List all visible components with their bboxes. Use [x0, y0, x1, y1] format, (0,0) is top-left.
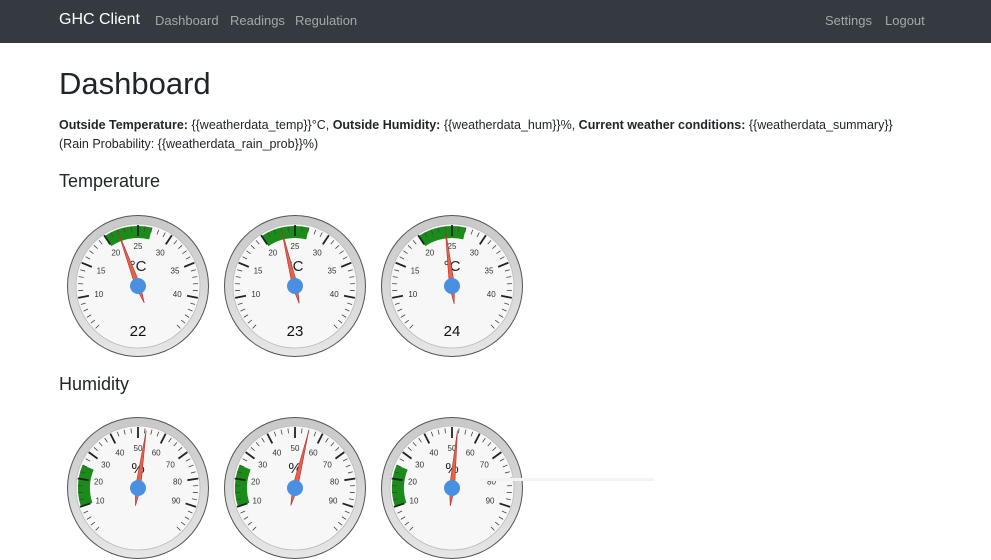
gauge-tick-label: 60: [309, 448, 318, 457]
gauge-tick-label: 10: [253, 496, 262, 505]
gauge-tick-label: 70: [166, 460, 175, 469]
nav-logout[interactable]: Logout: [885, 13, 925, 28]
gauge-tick-label: 30: [101, 460, 110, 469]
gauge-hub: [287, 278, 303, 294]
humidity-gauge-svg: 102030405060708090%: [66, 416, 210, 560]
gauge-tick-label: 20: [408, 478, 417, 487]
page-title: Dashboard: [59, 64, 211, 104]
gauge-tick-label: 20: [251, 478, 260, 487]
outside-temperature-value: {{weatherdata_temp}}°C,: [191, 118, 329, 132]
weather-summary: Outside Temperature: {{weatherdata_temp}…: [59, 116, 929, 154]
gauge-tick-label: 70: [323, 460, 332, 469]
gauge-tick-label: 80: [330, 478, 339, 487]
gauge-hub: [444, 278, 460, 294]
gauge-tick-label: 90: [329, 496, 338, 505]
gauge-value-readout: 24: [444, 323, 461, 340]
gauge-tick-label: 15: [411, 267, 420, 276]
gauge-tick-label: 40: [429, 448, 438, 457]
top-navbar: GHC Client Dashboard Readings Regulation…: [0, 0, 991, 43]
gauge-tick-label: 30: [258, 460, 267, 469]
gauge-tick-label: 15: [97, 267, 106, 276]
gauge-tick-label: 25: [134, 242, 143, 251]
gauge-tick-label: 40: [115, 448, 124, 457]
gauge-hub: [130, 278, 146, 294]
nav-settings[interactable]: Settings: [825, 13, 872, 28]
gauge-tick-label: 50: [291, 444, 300, 453]
gauge-tick-label: 30: [313, 249, 322, 258]
nav-regulation[interactable]: Regulation: [295, 13, 357, 28]
weather-conditions-label: Current weather conditions:: [579, 118, 746, 132]
nav-dashboard[interactable]: Dashboard: [155, 13, 219, 28]
weather-conditions-value: {{weatherdata_summary}}: [749, 118, 893, 132]
gauge-tick-label: 60: [466, 448, 475, 457]
gauge-tick-label: 35: [328, 267, 337, 276]
gauge-hub: [287, 480, 303, 496]
humidity-gauge-1: 102030405060708090%: [66, 416, 210, 560]
outside-humidity-label: Outside Humidity:: [333, 118, 441, 132]
gauge-tick-label: 30: [156, 249, 165, 258]
nav-readings[interactable]: Readings: [230, 13, 285, 28]
gauge-tick-label: 80: [173, 478, 182, 487]
humidity-gauge-3: 102030405060708090%: [380, 416, 524, 560]
gauge-tick-label: 35: [485, 267, 494, 276]
gauge-hub: [130, 480, 146, 496]
gauge-tick-label: 40: [487, 290, 496, 299]
outside-humidity-value: {{weatherdata_hum}}%,: [444, 118, 575, 132]
gauge-tick-label: 10: [410, 496, 419, 505]
temperature-gauge-svg: 10152025303540°C24: [380, 214, 524, 358]
gauge-tick-label: 10: [94, 290, 103, 299]
gauge-tick-label: 10: [408, 290, 417, 299]
temperature-heading: Temperature: [59, 169, 160, 193]
gauge-tick-label: 40: [330, 290, 339, 299]
rain-probability: (Rain Probability: {{weatherdata_rain_pr…: [59, 137, 318, 151]
temperature-gauge-svg: 10152025303540°C23: [223, 214, 367, 358]
outside-temperature-label: Outside Temperature:: [59, 118, 188, 132]
brand-link[interactable]: GHC Client: [59, 11, 140, 29]
gauge-tick-label: 20: [425, 249, 434, 258]
gauge-tick-label: 15: [254, 267, 263, 276]
temperature-gauge-2: 10152025303540°C23: [223, 214, 367, 358]
gauge-tick-label: 60: [152, 448, 161, 457]
gauge-tick-label: 35: [171, 267, 180, 276]
gauge-tick-label: 90: [486, 496, 495, 505]
temperature-gauge-svg: 10152025303540°C22: [66, 214, 210, 358]
gauge-tick-label: 25: [291, 242, 300, 251]
gauge-value-readout: 22: [130, 323, 147, 340]
gauge-tick-label: 90: [172, 496, 181, 505]
gauge-value-readout: 23: [287, 323, 304, 340]
gauge-tick-label: 40: [272, 448, 281, 457]
humidity-gauge-2: 102030405060708090%: [223, 416, 367, 560]
humidity-heading: Humidity: [59, 372, 129, 396]
temperature-gauge-3: 10152025303540°C24: [380, 214, 524, 358]
temperature-gauge-1: 10152025303540°C22: [66, 214, 210, 358]
gauge-tick-label: 40: [173, 290, 182, 299]
humidity-gauge-svg: 102030405060708090%: [223, 416, 367, 560]
gauge-hub: [444, 480, 460, 496]
gauge-tick-label: 20: [268, 249, 277, 258]
gauge-tick-label: 30: [415, 460, 424, 469]
gauge-tick-label: 30: [470, 249, 479, 258]
humidity-gauge-svg: 102030405060708090%: [380, 416, 524, 560]
gauge-tick-label: 50: [134, 444, 143, 453]
gauge-tick-label: 10: [96, 496, 105, 505]
gauge-tick-label: 10: [251, 290, 260, 299]
gauge-tick-label: 20: [94, 478, 103, 487]
gauge-tick-label: 20: [111, 249, 120, 258]
gauge-tick-label: 70: [480, 460, 489, 469]
